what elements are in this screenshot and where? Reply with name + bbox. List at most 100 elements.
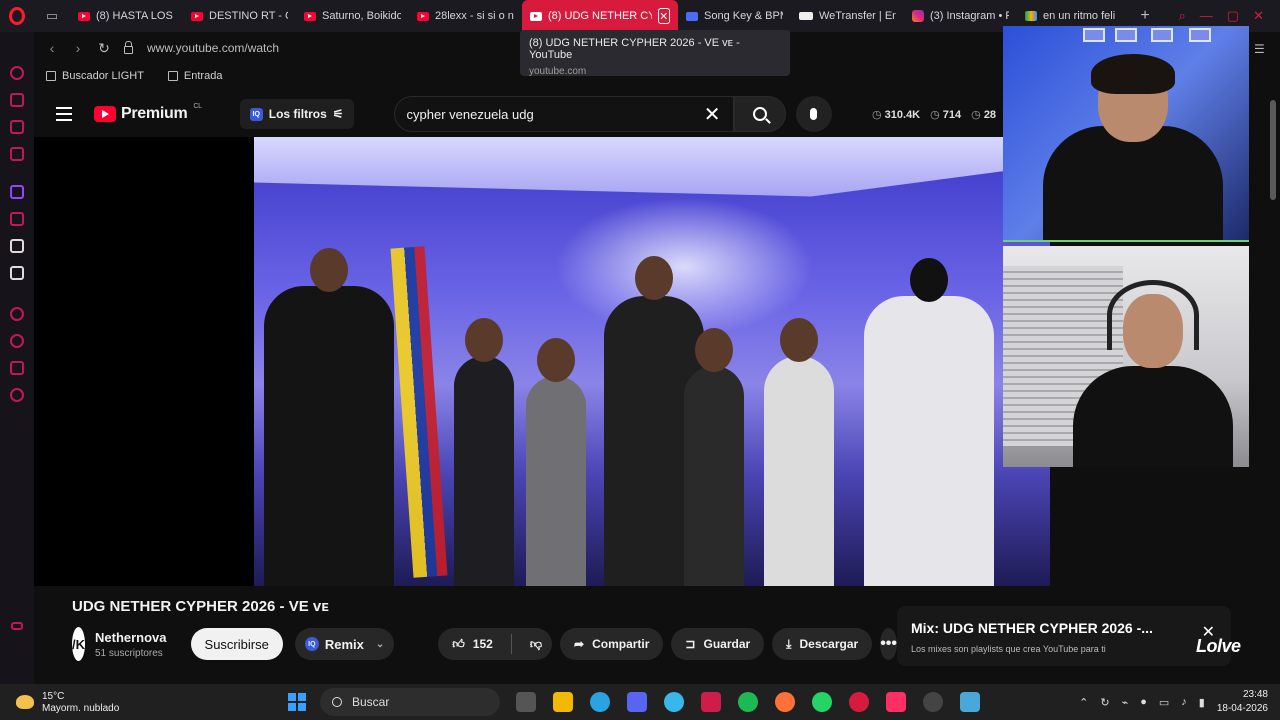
channel-name[interactable]: Nethernova [95, 630, 167, 645]
mix-title[interactable]: Mix: UDG NETHER CYPHER 2026 -... [911, 620, 1217, 636]
settings-icon[interactable] [10, 388, 24, 402]
battery-icon[interactable]: ▮ [1199, 696, 1205, 709]
dislike-icon[interactable]: 👎︎ [530, 637, 542, 652]
tab-hasta-los[interactable]: (8) HASTA LOS P [70, 0, 183, 32]
venezuela-flag [390, 246, 448, 578]
video-frame[interactable] [254, 137, 1050, 586]
tab-destino-rt[interactable]: DESTINO RT - C [183, 0, 296, 32]
minimize-icon[interactable]: — [1200, 8, 1213, 24]
like-dislike-group: 👍︎ 152 👎︎ [438, 628, 553, 660]
save-button[interactable]: ⊐ Guardar [671, 628, 765, 660]
opera-logo-icon[interactable] [0, 0, 34, 32]
maximize-icon[interactable]: ▢ [1227, 8, 1239, 24]
app-icon[interactable] [664, 692, 684, 712]
clock[interactable]: 23:48 18-04-2026 [1217, 688, 1268, 716]
discord-icon[interactable] [627, 692, 647, 712]
network-icon[interactable]: ⌁ [1122, 696, 1129, 709]
browser-menu-icon[interactable]: ☰ [1254, 42, 1268, 56]
twitch-icon[interactable] [10, 185, 24, 199]
spotify-icon[interactable] [738, 692, 758, 712]
video-title: UDG NETHER CYPHER 2026 - VE ᴠᴇ [72, 598, 329, 615]
opera-gx-icon[interactable] [849, 692, 869, 712]
file-explorer-icon[interactable] [553, 692, 573, 712]
subscribe-button[interactable]: Suscribirse [190, 628, 283, 660]
performer [526, 338, 586, 586]
youtube-premium-logo[interactable]: Premium CL [94, 103, 202, 123]
video-player[interactable] [34, 137, 1050, 586]
chevron-down-icon[interactable]: ⌄ [376, 639, 384, 650]
bookmark-buscador-light[interactable]: Buscador LIGHT [46, 70, 144, 82]
screen: ▭ (8) HASTA LOS P DESTINO RT - C Saturno… [0, 0, 1280, 720]
page-scrollbar[interactable] [1270, 100, 1276, 200]
display-icon[interactable]: ▭ [1159, 696, 1169, 709]
avatar[interactable]: /K [72, 627, 85, 661]
tab-28lexx[interactable]: 28lexx - si si o n [409, 0, 522, 32]
remix-button[interactable]: IQ Remix ⌄ [294, 628, 395, 660]
iq-icon: IQ [249, 107, 263, 121]
instagram-icon[interactable] [10, 212, 24, 226]
workspaces-icon[interactable] [10, 93, 24, 107]
chevron-up-icon[interactable]: ⌃ [1079, 696, 1088, 709]
url-field[interactable]: www.youtube.com/watch [147, 41, 279, 55]
tiktok-icon[interactable] [10, 239, 24, 253]
forward-icon[interactable]: › [72, 40, 84, 56]
pinboard-icon[interactable] [10, 120, 24, 134]
like-icon[interactable]: 👍︎ [452, 637, 465, 652]
lock-icon[interactable] [124, 41, 133, 54]
search-button[interactable] [733, 96, 786, 132]
tiktok-live-icon[interactable] [886, 692, 906, 712]
menu-icon[interactable] [34, 107, 94, 121]
tab-saturno[interactable]: Saturno, Boikido [296, 0, 409, 32]
back-icon[interactable]: ‹ [46, 40, 58, 56]
photos-icon[interactable] [960, 692, 980, 712]
gx-icon[interactable] [11, 622, 23, 630]
task-view-icon[interactable] [516, 692, 536, 712]
search-input[interactable]: cypher venezuela udg ✕ [393, 96, 734, 132]
streamer [1043, 54, 1223, 240]
filters-button[interactable]: IQ Los filtros ⚟ [239, 99, 354, 129]
tab-search-icon[interactable]: ▭ [34, 0, 70, 32]
sync-icon[interactable]: ↻ [1100, 696, 1109, 709]
obs-icon[interactable] [923, 692, 943, 712]
volume-icon[interactable]: ♪ [1181, 696, 1187, 708]
x-icon[interactable] [10, 266, 24, 280]
firefox-icon[interactable] [775, 692, 795, 712]
wetransfer-favicon-icon [799, 12, 813, 20]
bookmark-entrada[interactable]: Entrada [167, 70, 222, 82]
youtube-favicon-icon [304, 11, 316, 21]
streamer [1073, 280, 1233, 467]
download-button[interactable]: ⤓ Descargar [772, 628, 873, 660]
tab-wetransfer[interactable]: WeTransfer | En [791, 0, 904, 32]
iq-icon: IQ [304, 637, 319, 651]
weather-widget[interactable]: 15°C Mayorm. nublado [0, 691, 260, 714]
more-actions-button[interactable]: ••• [880, 628, 898, 660]
mix-playlist-card[interactable]: Mix: UDG NETHER CYPHER 2026 -... Los mix… [897, 606, 1231, 666]
close-window-icon[interactable]: ✕ [1253, 8, 1264, 24]
extensions-icon[interactable] [10, 361, 24, 375]
whatsapp-icon[interactable] [812, 692, 832, 712]
app-icon[interactable] [701, 692, 721, 712]
tab-udg-nether-cypher[interactable]: (8) UDG NETHER CYPHER✕ [522, 0, 678, 32]
address-bar: ‹ › ↻ www.youtube.com/watch [34, 32, 1002, 64]
windows-start-icon[interactable] [288, 693, 306, 711]
tab-song-key-bpm[interactable]: Song Key & BPM [678, 0, 791, 32]
reload-icon[interactable]: ↻ [98, 40, 110, 57]
new-tab-button[interactable]: + [1130, 7, 1160, 25]
tab-instagram[interactable]: (3) Instagram • F [904, 0, 1017, 32]
microphone-icon[interactable]: ● [1140, 696, 1147, 708]
clear-search-icon[interactable]: ✕ [704, 102, 721, 127]
aria-icon[interactable] [10, 66, 24, 80]
taskbar-search[interactable]: Buscar [320, 688, 500, 716]
search-tabs-icon[interactable]: ⌕ [1179, 8, 1186, 24]
telegram-icon[interactable] [590, 692, 610, 712]
bookmarks-bar: Buscador LIGHT Entrada [34, 64, 1002, 88]
voice-search-button[interactable] [795, 96, 832, 132]
webcam-overlay-1 [1003, 26, 1249, 242]
share-button[interactable]: ➦ Compartir [560, 628, 664, 660]
speed-dial-icon[interactable] [10, 147, 24, 161]
mix-subtitle: Los mixes son playlists que crea YouTube… [911, 644, 1106, 654]
tab-close-icon[interactable]: ✕ [657, 8, 670, 24]
player-icon[interactable] [10, 307, 24, 321]
history-icon[interactable] [10, 334, 24, 348]
tab-hover-tooltip: (8) UDG NETHER CYPHER 2026 - VE ᴠᴇ - You… [520, 30, 790, 77]
